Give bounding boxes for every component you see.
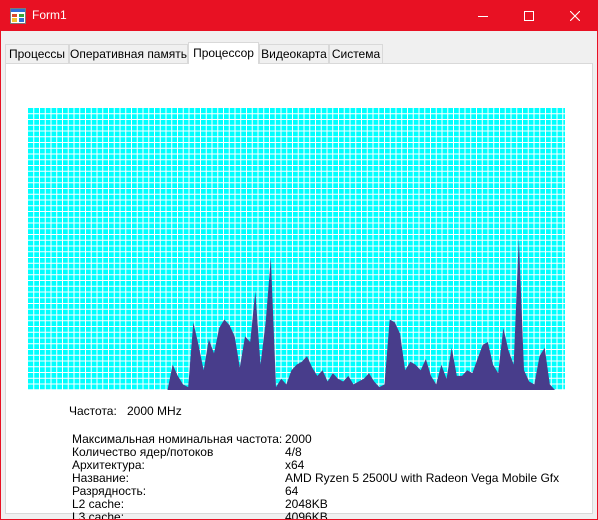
spec-architecture-value: x64 bbox=[285, 458, 305, 472]
tab-panel-cpu: Частота: 2000 MHz Максимальная номинальн… bbox=[5, 63, 593, 519]
spec-max-frequency-label: Максимальная номинальная частота: bbox=[72, 432, 283, 446]
tab-gpu[interactable]: Видеокарта bbox=[259, 44, 329, 63]
spec-l3-cache-label: L3 cache: bbox=[72, 510, 125, 520]
cpu-load-chart bbox=[28, 108, 565, 390]
minimize-icon bbox=[478, 15, 488, 17]
close-icon bbox=[570, 10, 580, 21]
spec-cores-threads-label: Количество ядер/потоков bbox=[72, 445, 214, 459]
spec-name-label: Название: bbox=[72, 471, 129, 485]
app-icon[interactable] bbox=[10, 8, 26, 24]
close-button[interactable] bbox=[552, 0, 597, 31]
window-title: Form1 bbox=[32, 8, 67, 22]
app-window: Form1 Процессы Оперативная память Процес… bbox=[0, 0, 598, 520]
cpu-load-plot bbox=[28, 108, 565, 390]
spec-name-value: AMD Ryzen 5 2500U with Radeon Vega Mobil… bbox=[285, 471, 560, 485]
spec-cores-threads-value: 4/8 bbox=[285, 445, 302, 459]
tab-cpu[interactable]: Процессор bbox=[188, 42, 259, 64]
client-area: Процессы Оперативная память Процессор Ви… bbox=[1, 31, 597, 519]
maximize-button[interactable] bbox=[506, 0, 552, 31]
title-bar[interactable]: Form1 bbox=[1, 0, 597, 31]
spec-bitness-value: 64 bbox=[285, 484, 299, 498]
spec-l3-cache-value: 4096KB bbox=[285, 510, 328, 520]
frequency-label: Частота: bbox=[69, 404, 117, 418]
spec-architecture-label: Архитектура: bbox=[72, 458, 145, 472]
spec-l2-cache-value: 2048KB bbox=[285, 497, 328, 511]
spec-bitness-label: Разрядность: bbox=[72, 484, 147, 498]
maximize-icon bbox=[524, 10, 534, 21]
minimize-button[interactable] bbox=[460, 0, 506, 31]
spec-l2-cache-label: L2 cache: bbox=[72, 497, 125, 511]
tab-processes[interactable]: Процессы bbox=[5, 44, 69, 63]
tab-system[interactable]: Система bbox=[329, 44, 383, 63]
frequency-value: 2000 MHz bbox=[127, 404, 182, 418]
spec-max-frequency-value: 2000 bbox=[285, 432, 312, 446]
tab-memory[interactable]: Оперативная память bbox=[69, 44, 188, 63]
